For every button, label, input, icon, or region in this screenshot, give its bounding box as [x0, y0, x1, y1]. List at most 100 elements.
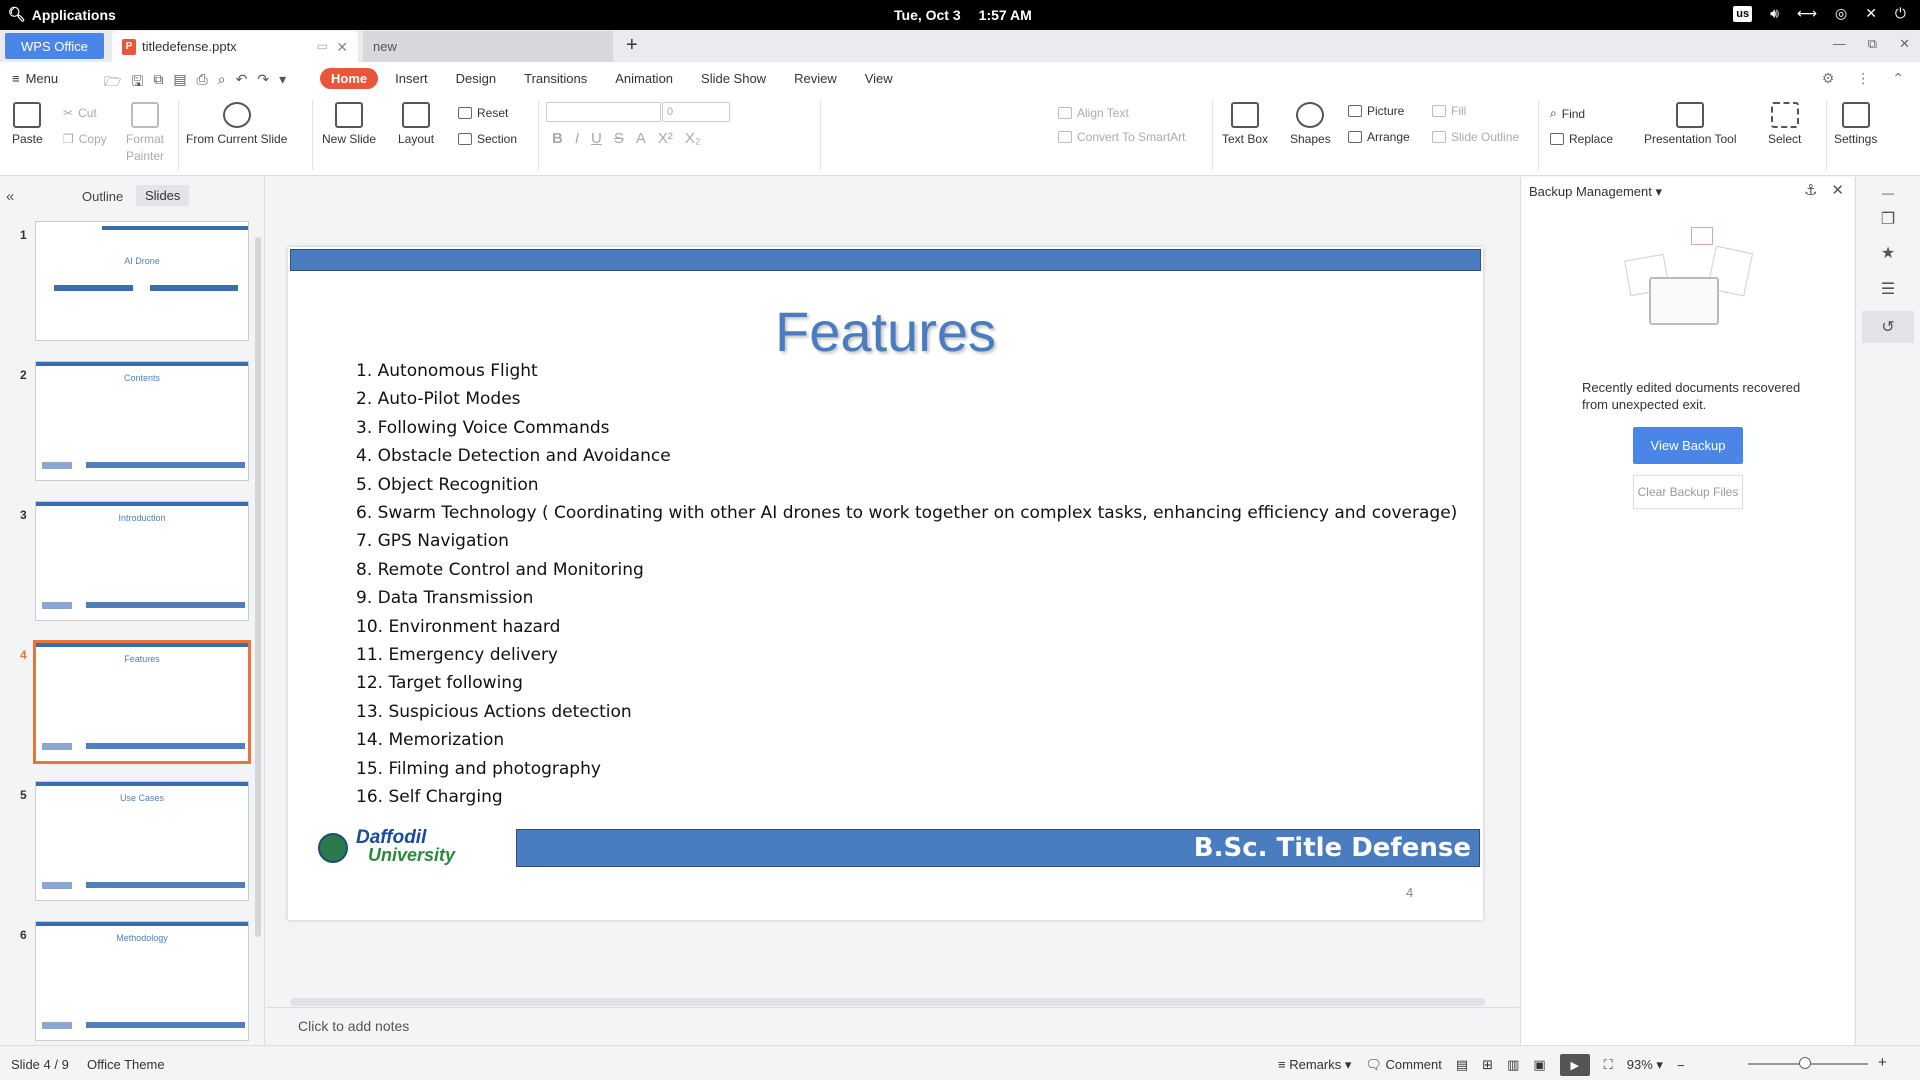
power-status-icon[interactable]: ◎	[1835, 5, 1847, 22]
collapse-ribbon-icon[interactable]: ⌃	[1892, 70, 1904, 87]
close-panel-icon[interactable]: ✕	[1831, 181, 1844, 199]
section-button[interactable]: Section	[458, 132, 517, 146]
italic-icon[interactable]: I	[575, 130, 579, 147]
play-slideshow-button[interactable]: ▶	[1559, 1054, 1590, 1076]
university-logo[interactable]: Daffodil University	[318, 827, 468, 867]
layout-button[interactable]: Layout	[398, 102, 434, 148]
tab-home[interactable]: Home	[320, 68, 379, 89]
slides-panel-scrollbar[interactable]	[255, 237, 261, 937]
history-icon[interactable]: ↺	[1877, 317, 1899, 337]
clear-backup-button[interactable]: Clear Backup Files	[1633, 475, 1743, 509]
replace-button[interactable]: Replace	[1550, 132, 1613, 146]
close-window-icon[interactable]: ✕	[1899, 36, 1910, 52]
reading-view-icon[interactable]: ▥	[1507, 1057, 1519, 1073]
features-list[interactable]: 1. Autonomous Flight 2. Auto-Pilot Modes…	[356, 357, 1457, 812]
slide-thumbnail-2[interactable]: Contents	[35, 361, 249, 481]
zoom-slider-knob[interactable]	[1799, 1057, 1811, 1069]
tab-insert[interactable]: Insert	[384, 68, 439, 89]
properties-icon[interactable]: ☰	[1877, 279, 1899, 299]
settings-button[interactable]: Settings	[1834, 102, 1877, 148]
slide-thumbnail-1[interactable]: AI Drone	[35, 221, 249, 341]
outline-tab[interactable]: Outline	[82, 189, 123, 204]
tab-animation[interactable]: Animation	[604, 68, 684, 89]
slide-design-icon[interactable]: ❐	[1877, 209, 1899, 229]
more-options-icon[interactable]: ⋮	[1856, 70, 1870, 87]
power-icon[interactable]: ⏻	[1895, 5, 1906, 22]
redo-icon[interactable]: ↷	[257, 71, 269, 95]
print-preview-icon[interactable]: ⌕	[218, 71, 226, 95]
slide-thumbnail-4[interactable]: Features	[33, 640, 251, 764]
find-button[interactable]: ⌕ Find	[1550, 106, 1585, 121]
drag-handle-icon[interactable]: —	[1877, 183, 1899, 203]
open-icon[interactable]: 🗁︎	[104, 71, 121, 95]
slide-title[interactable]: Features	[288, 299, 1483, 364]
clock[interactable]: Tue, Oct 3 1:57 AM	[894, 7, 1032, 23]
tab-transitions[interactable]: Transitions	[513, 68, 598, 89]
subscript-icon[interactable]: X₂	[685, 130, 701, 147]
cut-button[interactable]: ✂ Cut	[63, 106, 97, 120]
slide-horizontal-scrollbar[interactable]	[290, 998, 1485, 1006]
underline-icon[interactable]: U	[591, 130, 602, 147]
zoom-in-icon[interactable]: +	[1878, 1054, 1887, 1071]
current-slide[interactable]: Features 1. Autonomous Flight 2. Auto-Pi…	[288, 247, 1483, 920]
pin-icon[interactable]: ⚓︎	[1804, 181, 1817, 199]
superscript-icon[interactable]: X²	[658, 130, 673, 147]
volume-icon[interactable]: 🔊︎	[1770, 5, 1779, 22]
slide-thumbnail-6[interactable]: Methodology	[35, 921, 249, 1041]
tab-design[interactable]: Design	[445, 68, 507, 89]
customize-icon[interactable]: ▾	[279, 71, 286, 95]
tab-view[interactable]: View	[854, 68, 904, 89]
convert-smartart-button[interactable]: Convert To SmartArt	[1058, 130, 1185, 144]
copy-button[interactable]: ❐ Copy	[63, 132, 107, 146]
font-name-dropdown[interactable]	[546, 102, 661, 122]
screen-record-icon[interactable]: ▣	[1533, 1057, 1545, 1073]
zoom-level[interactable]: 93% ▾	[1627, 1057, 1663, 1073]
zoom-out-icon[interactable]: −	[1677, 1058, 1685, 1073]
fill-button[interactable]: Fill	[1432, 104, 1466, 118]
keyboard-layout-indicator[interactable]: us	[1733, 5, 1753, 22]
presentation-tool-button[interactable]: Presentation Tool	[1644, 102, 1737, 148]
pin-tab-icon[interactable]: ▭	[317, 39, 328, 53]
network-icon[interactable]: ⟷	[1797, 5, 1817, 22]
format-painter-button[interactable]: Format Painter	[120, 102, 170, 165]
font-color-icon[interactable]: A	[636, 130, 646, 147]
font-size-dropdown[interactable]: 0	[662, 102, 730, 122]
theme-name[interactable]: Office Theme	[87, 1057, 165, 1072]
applications-menu[interactable]: 🔍︎ Applications	[8, 6, 116, 23]
slide-outline-button[interactable]: Slide Outline	[1432, 130, 1519, 144]
collapse-panel-icon[interactable]: «	[6, 188, 14, 205]
wps-office-tab[interactable]: WPS Office	[5, 33, 104, 59]
settings-gear-icon[interactable]: ⚙	[1822, 70, 1835, 87]
pdf-icon[interactable]: ▤	[173, 71, 186, 95]
arrange-button[interactable]: Arrange	[1348, 130, 1410, 144]
animation-icon[interactable]: ★︎	[1877, 243, 1899, 263]
reset-button[interactable]: Reset	[458, 106, 508, 120]
fit-window-icon[interactable]: ⛶	[1604, 1057, 1613, 1073]
save-icon[interactable]: 🖫︎	[131, 71, 143, 95]
minimize-icon[interactable]: —	[1833, 36, 1846, 52]
slide-footer-bar[interactable]: B.Sc. Title Defense	[516, 829, 1480, 867]
add-tab-icon[interactable]: +	[626, 34, 638, 57]
notes-pane[interactable]: Click to add notes	[266, 1007, 1519, 1045]
notifications-off-icon[interactable]: ✕	[1865, 5, 1877, 22]
backup-panel-title[interactable]: Backup Management ▾	[1529, 184, 1662, 200]
bold-icon[interactable]: B	[552, 130, 563, 147]
main-menu-button[interactable]: ≡ Menu	[12, 71, 58, 86]
new-tab[interactable]: new	[363, 31, 613, 62]
shapes-button[interactable]: Shapes	[1290, 102, 1331, 148]
paste-button[interactable]: Paste	[12, 102, 43, 148]
print-icon[interactable]: ⎙	[197, 71, 208, 95]
restore-icon[interactable]: ⧉	[1868, 36, 1877, 52]
tab-review[interactable]: Review	[783, 68, 848, 89]
view-backup-button[interactable]: View Backup	[1633, 427, 1743, 464]
align-text-button[interactable]: Align Text	[1058, 106, 1129, 120]
slides-tab[interactable]: Slides	[136, 185, 190, 206]
picture-button[interactable]: Picture	[1348, 104, 1404, 118]
close-tab-icon[interactable]: ✕	[336, 39, 348, 56]
strikethrough-icon[interactable]: S	[614, 130, 624, 147]
document-tab[interactable]: P titledefense.pptx ▭ ✕	[112, 31, 358, 62]
select-button[interactable]: Select	[1768, 102, 1801, 148]
tab-slide-show[interactable]: Slide Show	[690, 68, 777, 89]
remarks-button[interactable]: ≡ Remarks ▾	[1278, 1057, 1351, 1073]
slide-thumbnail-5[interactable]: Use Cases	[35, 781, 249, 901]
